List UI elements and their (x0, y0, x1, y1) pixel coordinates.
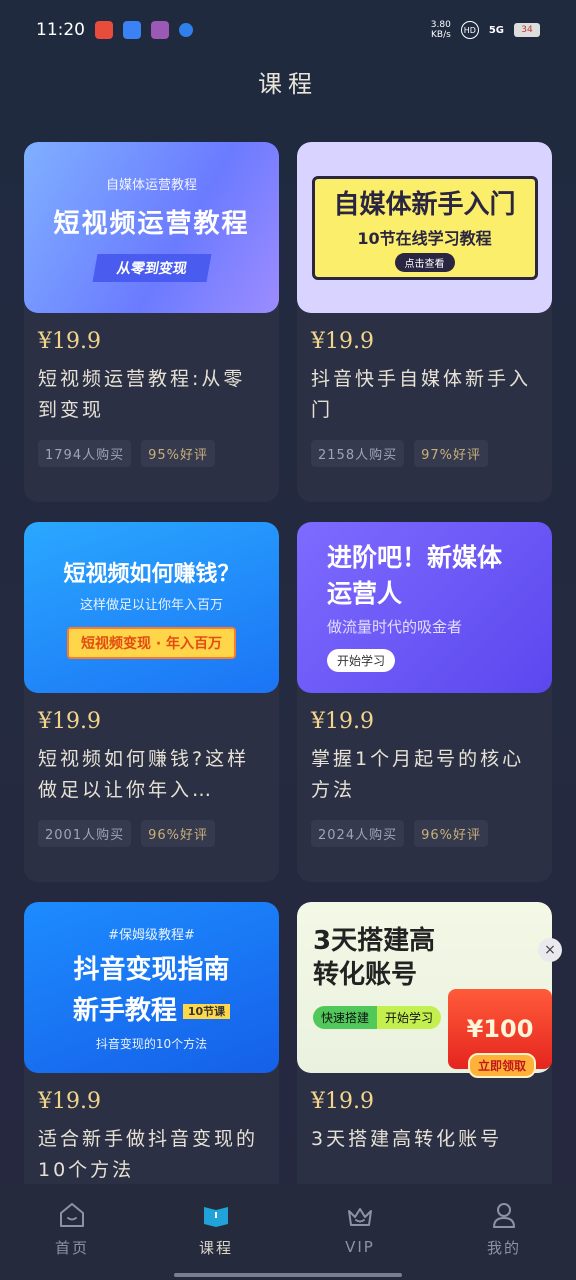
thumb-box: 自媒体新手入门 10节在线学习教程 点击查看 (311, 175, 538, 280)
status-bar: 11:20 3.80 KB/s HD 5G 34 (0, 0, 576, 60)
coupon-amount: ¥100 (466, 1015, 534, 1043)
course-title: 短视频如何赚钱?这样做足以让你年入… (38, 748, 250, 801)
course-thumbnail[interactable]: 进阶吧！新媒体运营人 做流量时代的吸金者 开始学习 (297, 522, 552, 693)
course-price: ¥19.9 (38, 709, 101, 734)
tab-label: 首页 (54, 1238, 89, 1257)
coupon-widget[interactable]: ¥100 立即领取 (444, 975, 558, 1085)
thumb-subtitle: #保姆级教程# (108, 927, 195, 943)
course-title: 适合新手做抖音变现的10个方法 (38, 1128, 259, 1181)
status-right: 3.80 KB/s HD 5G 34 (431, 20, 540, 40)
close-icon[interactable]: × (538, 938, 562, 962)
notification-app-icon (179, 23, 193, 37)
thumb-title: 进阶吧！新媒体运营人 (327, 543, 503, 608)
card-body: ¥19.9 3天搭建高转化账号 (297, 1073, 552, 1186)
thumb-footer: 抖音变现的10个方法 (95, 1036, 208, 1051)
book-icon (204, 1206, 228, 1227)
thumb-title: 自媒体新手入门 (333, 189, 516, 220)
rating-badge: 96%好评 (141, 820, 215, 847)
tab-profile[interactable]: 我的 (454, 1199, 554, 1258)
home-icon (60, 1202, 84, 1227)
course-tags: 1794人购买 95%好评 (38, 440, 265, 467)
page-title: 课程 (258, 70, 318, 98)
course-title: 短视频运营教程:从零到变现 (38, 368, 246, 421)
thumb-title: 短视频如何赚钱？ (63, 562, 240, 587)
thumb-button: 开始学习 (377, 1006, 442, 1029)
course-grid: 自媒体运营教程 短视频运营教程 从零到变现 ¥19.9 短视频运营教程:从零到变… (24, 142, 552, 1262)
thumb-subtitle: 自媒体运营教程 (105, 177, 197, 193)
thumb-pill: 从零到变现 (92, 253, 211, 282)
thumb-title-2: 新手教程 (72, 995, 177, 1026)
course-card[interactable]: 自媒体运营教程 短视频运营教程 从零到变现 ¥19.9 短视频运营教程:从零到变… (24, 142, 279, 502)
status-time: 11:20 (36, 20, 85, 40)
bottom-tab-bar: 首页 课程 VIP 我的 (0, 1184, 576, 1280)
home-indicator[interactable] (174, 1273, 402, 1277)
rating-badge: 97%好评 (414, 440, 488, 467)
course-price: ¥19.9 (311, 709, 374, 734)
net-speed-value: 3.80 (430, 20, 451, 30)
card-body: ¥19.9 掌握1个月起号的核心方法 2024人购买 96%好评 (297, 693, 552, 847)
course-thumbnail[interactable]: 自媒体新手入门 10节在线学习教程 点击查看 (297, 142, 552, 313)
hd-badge: HD (460, 21, 479, 39)
course-price: ¥19.9 (38, 1089, 101, 1114)
course-card[interactable]: 进阶吧！新媒体运营人 做流量时代的吸金者 开始学习 ¥19.9 掌握1个月起号的… (297, 522, 552, 882)
crown-icon (348, 1208, 372, 1226)
tab-courses[interactable]: 课程 (166, 1199, 266, 1258)
course-title: 3天搭建高转化账号 (311, 1128, 503, 1150)
course-tags: 2024人购买 96%好评 (311, 820, 538, 847)
thumb-title: 抖音变现指南 (73, 954, 230, 985)
thumb-pill: 短视频变现 · 年入百万 (66, 627, 237, 659)
course-thumbnail[interactable]: 自媒体运营教程 短视频运营教程 从零到变现 (24, 142, 279, 313)
thumb-subtitle: 做流量时代的吸金者 (327, 618, 463, 636)
tab-vip[interactable]: VIP (310, 1200, 410, 1256)
course-price: ¥19.9 (38, 329, 101, 354)
course-price: ¥19.9 (311, 1089, 374, 1114)
notification-app-icon (123, 21, 141, 39)
purchase-count: 2024人购买 (311, 820, 405, 847)
thumb-title: 3天搭建高转化账号 (313, 926, 436, 990)
course-title: 掌握1个月起号的核心方法 (311, 748, 525, 801)
card-body: ¥19.9 抖音快手自媒体新手入门 2158人购买 97%好评 (297, 313, 552, 467)
course-thumbnail[interactable]: 短视频如何赚钱？ 这样做足以让你年入百万 短视频变现 · 年入百万 (24, 522, 279, 693)
notification-app-icon (151, 21, 169, 39)
card-body: ¥19.9 短视频如何赚钱?这样做足以让你年入… 2001人购买 96%好评 (24, 693, 279, 847)
battery-icon: 34 (514, 23, 540, 37)
rating-badge: 96%好评 (414, 820, 488, 847)
course-card[interactable]: 短视频如何赚钱？ 这样做足以让你年入百万 短视频变现 · 年入百万 ¥19.9 … (24, 522, 279, 882)
course-tags: 2001人购买 96%好评 (38, 820, 265, 847)
rating-badge: 95%好评 (141, 440, 215, 467)
course-tags: 2158人购买 97%好评 (311, 440, 538, 467)
course-card[interactable]: 自媒体新手入门 10节在线学习教程 点击查看 ¥19.9 抖音快手自媒体新手入门… (297, 142, 552, 502)
thumb-button: 开始学习 (327, 649, 396, 672)
net-speed: 3.80 KB/s (431, 20, 451, 40)
thumb-title-line2: 新手教程 10节课 (72, 990, 231, 1027)
tab-home[interactable]: 首页 (22, 1199, 122, 1258)
thumb-title: 短视频运营教程 (53, 208, 250, 239)
claim-coupon-button[interactable]: 立即领取 (468, 1053, 537, 1078)
purchase-count: 2001人购买 (38, 820, 132, 847)
card-body: ¥19.9 适合新手做抖音变现的10个方法 (24, 1073, 279, 1186)
card-body: ¥19.9 短视频运营教程:从零到变现 1794人购买 95%好评 (24, 313, 279, 467)
purchase-count: 1794人购买 (38, 440, 132, 467)
thumb-subtitle: 这样做足以让你年入百万 (79, 598, 223, 613)
notification-app-icon (95, 21, 113, 39)
thumb-button: 点击查看 (394, 252, 455, 272)
thumb-button: 快速搭建 (313, 1006, 378, 1029)
user-icon (493, 1202, 515, 1228)
tab-label: 课程 (198, 1238, 233, 1257)
tab-label: 我的 (486, 1238, 521, 1257)
net-speed-unit: KB/s (431, 30, 451, 40)
network-type: 5G (488, 24, 504, 36)
lessons-badge: 10节课 (182, 1004, 231, 1019)
thumb-subtitle: 10节在线学习教程 (357, 228, 492, 248)
course-title: 抖音快手自媒体新手入门 (311, 368, 532, 421)
purchase-count: 2158人购买 (311, 440, 405, 467)
course-thumbnail[interactable]: #保姆级教程# 抖音变现指南 新手教程 10节课 抖音变现的10个方法 (24, 902, 279, 1073)
course-price: ¥19.9 (311, 329, 374, 354)
status-left: 11:20 (36, 20, 193, 40)
tab-label: VIP (345, 1238, 375, 1256)
